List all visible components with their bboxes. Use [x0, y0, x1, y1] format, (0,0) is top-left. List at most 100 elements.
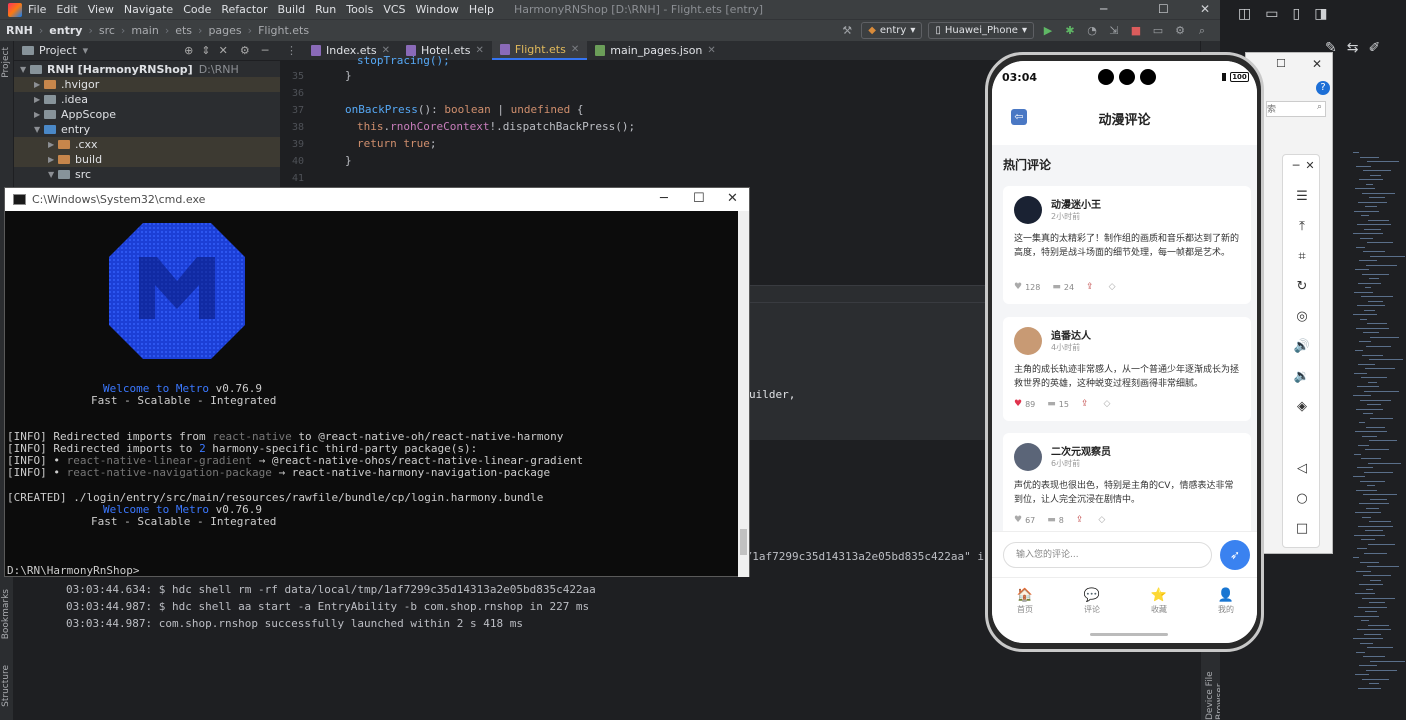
chevron-down-icon[interactable]: ▼ — [20, 65, 30, 74]
share-button[interactable]: ⇪ — [1081, 399, 1092, 409]
gear-icon[interactable]: ⚙ — [240, 44, 250, 57]
like-button[interactable]: ♥ 89 — [1014, 399, 1035, 409]
scroll-thumb[interactable] — [740, 529, 747, 555]
menu-file[interactable]: File — [28, 3, 46, 16]
hide-icon[interactable]: ─ — [262, 44, 269, 57]
comment-card[interactable]: 二次元观察员 6小时前 声优的表现也很出色，特别是主角的CV，情感表达非常到位，让人… — [1003, 433, 1251, 537]
module-select[interactable]: ◆ entry ▾ — [861, 22, 923, 39]
collapse-all-icon[interactable]: ⇕ — [201, 44, 210, 57]
breadcrumb-item[interactable]: pages — [208, 24, 241, 37]
tree-item[interactable]: ▶ build — [14, 152, 280, 167]
menu-run[interactable]: Run — [315, 3, 336, 16]
cmd-scrollbar[interactable] — [738, 211, 749, 577]
tab-home[interactable]: 🏠 首页 — [995, 588, 1055, 615]
device-select[interactable]: ▯ Huawei_Phone ▾ — [928, 22, 1034, 39]
menu-icon[interactable]: ☰ — [1283, 189, 1321, 204]
close-icon[interactable]: ✕ — [727, 191, 738, 206]
cmd-prompt[interactable]: D:\RN\HarmonyRnShop> — [7, 565, 139, 577]
tree-item[interactable]: ▼ entry — [14, 122, 280, 137]
close-tab-icon[interactable]: ✕ — [707, 45, 715, 56]
menu-vcs[interactable]: VCS — [383, 3, 405, 16]
split-icon[interactable]: ◨ — [1314, 6, 1327, 22]
debug-icon[interactable]: ✱ — [1062, 23, 1078, 39]
breadcrumb-item[interactable]: RNH — [6, 24, 33, 37]
menu-help[interactable]: Help — [469, 3, 494, 16]
tool-project[interactable]: Project — [1, 47, 11, 78]
maximize-icon[interactable]: ☐ — [1276, 57, 1286, 70]
tree-item[interactable]: ▼ RNH [HarmonyRNShop] D:\RNH — [14, 62, 280, 77]
tag-button[interactable]: ◇ — [1104, 399, 1114, 409]
tree-item[interactable]: ▶ AppScope — [14, 107, 280, 122]
breadcrumb-item[interactable]: src — [99, 24, 115, 37]
menu-view[interactable]: View — [88, 3, 114, 16]
panel-icon[interactable]: ▯ — [1292, 6, 1300, 22]
tool-structure[interactable]: Structure — [1, 665, 11, 707]
breadcrumb-item[interactable]: entry — [49, 24, 82, 37]
sync-icon[interactable]: ⇆ — [1347, 40, 1359, 56]
comment-username[interactable]: 动漫迷小王 — [1051, 196, 1101, 211]
menu-window[interactable]: Window — [416, 3, 459, 16]
chevron-down-icon[interactable]: ▼ — [34, 125, 44, 134]
tree-item[interactable]: ▼ src — [14, 167, 280, 182]
comment-card[interactable]: 追番达人 4小时前 主角的成长轨迹非常感人，从一个普通少年逐渐成长为拯救世界的英雄，… — [1003, 317, 1251, 421]
search-icon[interactable]: ⌕ — [1194, 23, 1210, 39]
comment-input[interactable]: 输入您的评论... — [1003, 542, 1212, 568]
recents-icon[interactable]: □ — [1283, 521, 1321, 536]
stop-icon[interactable]: ■ — [1128, 23, 1144, 39]
chevron-right-icon[interactable]: ▶ — [34, 95, 44, 104]
hammer-icon[interactable]: ⚒ — [839, 23, 855, 39]
breadcrumb-item[interactable]: main — [131, 24, 158, 37]
tab-flight-ets[interactable]: Flight.ets ✕ — [491, 41, 588, 60]
screenshot-icon[interactable]: ◈ — [1283, 399, 1321, 414]
record-icon[interactable]: ◎ — [1283, 309, 1321, 324]
comment-username[interactable]: 追番达人 — [1051, 327, 1091, 342]
device-manager-icon[interactable]: ▭ — [1150, 23, 1166, 39]
tool-bookmarks[interactable]: Bookmarks — [1, 589, 11, 639]
run-icon[interactable]: ▶ — [1040, 23, 1056, 39]
tag-button[interactable]: ◇ — [1098, 515, 1108, 525]
pin-top-icon[interactable]: ⤒ — [1283, 219, 1321, 234]
menu-edit[interactable]: Edit — [56, 3, 77, 16]
volume-up-icon[interactable]: 🔊 — [1283, 339, 1321, 354]
help-icon[interactable]: ? — [1316, 81, 1330, 95]
avatar[interactable] — [1014, 327, 1042, 355]
close-tab-icon[interactable]: ✕ — [475, 45, 483, 56]
menu-build[interactable]: Build — [278, 3, 306, 16]
minimize-icon[interactable]: ─ — [660, 191, 668, 206]
minimize-icon[interactable]: ─ — [1100, 2, 1107, 16]
expand-all-icon[interactable]: ✕ — [219, 44, 228, 57]
tree-item[interactable]: ▶ .idea — [14, 92, 280, 107]
maximize-icon[interactable]: ☐ — [1158, 2, 1169, 16]
locate-icon[interactable]: ⊕ — [184, 44, 193, 57]
breadcrumb-item[interactable]: Flight.ets — [258, 24, 309, 37]
tree-item[interactable]: ▶ .cxx — [14, 137, 280, 152]
comment-username[interactable]: 二次元观察员 — [1051, 443, 1111, 458]
tree-item[interactable]: ▶ .hvigor — [14, 77, 280, 92]
avatar[interactable] — [1014, 196, 1042, 224]
like-button[interactable]: ♥ 128 — [1014, 282, 1040, 292]
chevron-right-icon[interactable]: ▶ — [48, 155, 58, 164]
project-panel-label[interactable]: Project — [39, 44, 77, 57]
profile-icon[interactable]: ◔ — [1084, 23, 1100, 39]
cmd-output[interactable]: Welcome to Metro v0.76.9 Fast - Scalable… — [5, 211, 738, 577]
rotate-icon[interactable]: ↻ — [1283, 279, 1321, 294]
like-button[interactable]: ♥ 67 — [1014, 515, 1035, 525]
maximize-icon[interactable]: ☐ — [693, 191, 705, 206]
tabs-options-icon[interactable]: ⋮ — [286, 41, 297, 60]
crop-icon[interactable]: ⌗ — [1283, 249, 1321, 264]
close-icon[interactable]: ✕ — [1291, 159, 1329, 172]
attach-icon[interactable]: ⇲ — [1106, 23, 1122, 39]
comment-card[interactable]: 动漫迷小王 2小时前 这一集真的太精彩了！制作组的画质和音乐都达到了新的高度，特别是… — [1003, 186, 1251, 304]
tab-comment[interactable]: 💬 评论 — [1062, 588, 1122, 615]
back-icon[interactable]: ◁ — [1283, 461, 1321, 476]
home-icon[interactable]: ○ — [1283, 491, 1321, 506]
close-icon[interactable]: ✕ — [1312, 57, 1322, 71]
menu-tools[interactable]: Tools — [346, 3, 373, 16]
tab-main_pages-json[interactable]: main_pages.json ✕ — [587, 41, 724, 60]
layout-icon[interactable]: ◫ — [1238, 6, 1251, 22]
chevron-down-icon[interactable]: ▾ — [83, 44, 89, 57]
send-button[interactable]: ➶ — [1220, 540, 1250, 570]
edit-icon[interactable]: ✐ — [1368, 40, 1380, 56]
reply-button[interactable]: ▬ 15 — [1047, 399, 1069, 409]
close-icon[interactable]: ✕ — [1200, 2, 1210, 16]
